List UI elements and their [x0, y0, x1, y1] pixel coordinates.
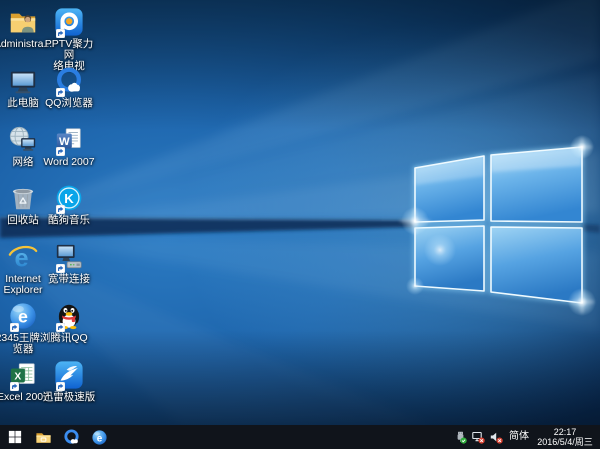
desktop-icon-tencent-qq[interactable]: 腾讯QQ	[41, 301, 97, 344]
start-icon	[8, 430, 22, 444]
system-tray: 简体 22:17 2016/5/4/周三	[454, 425, 600, 449]
shortcut-arrow-badge	[56, 147, 65, 156]
network-disconnected-icon[interactable]	[472, 431, 485, 444]
desktop-icon-pptv[interactable]: PPTV聚力 网 络电视	[41, 7, 97, 72]
start-button[interactable]	[1, 425, 29, 449]
2345-browser-icon: e	[91, 429, 108, 446]
desktop: Administra... PPTV聚力 网 络电视	[0, 0, 600, 425]
desktop-icon-label: 回收站	[7, 215, 39, 226]
thunder-icon	[53, 360, 85, 390]
taskbar-clock[interactable]: 22:17 2016/5/4/周三	[535, 427, 595, 448]
shortcut-arrow-badge	[10, 323, 19, 332]
desktop-icon-label: Word 2007	[43, 157, 94, 168]
administrator-folder-icon	[7, 7, 39, 37]
2345-browser-taskbar-button[interactable]: e	[85, 425, 113, 449]
svg-text:K: K	[64, 191, 74, 206]
kugou-music-icon: K	[53, 183, 85, 213]
network-icon	[7, 125, 39, 155]
desktop-icon-label: 腾讯QQ	[50, 333, 87, 344]
clock-date: 2016/5/4/周三	[535, 437, 595, 448]
input-method-indicator[interactable]: 简体	[508, 425, 530, 449]
qq-browser-taskbar-button[interactable]	[57, 425, 85, 449]
desktop-icon-thunder[interactable]: 迅雷极速版	[41, 360, 97, 403]
desktop-icon-label: 宽带连接	[48, 274, 90, 285]
desktop-icon-label: 此电脑	[7, 98, 39, 109]
desktop-icon-label: 迅雷极速版	[43, 392, 96, 403]
broadband-connection-icon	[53, 242, 85, 272]
shortcut-arrow-badge	[56, 88, 65, 97]
desktop-icon-word-2007[interactable]: W Word 2007	[41, 125, 97, 168]
qq-browser-icon	[63, 429, 80, 446]
desktop-icon-label: Internet Explorer	[3, 274, 42, 296]
shortcut-arrow-badge	[56, 29, 65, 38]
desktop-icon-label: 网络	[13, 157, 34, 168]
taskbar: e 简体 22:17 2016/5/4/周三	[0, 425, 600, 449]
this-pc-icon	[7, 66, 39, 96]
desktop-icon-qq-browser[interactable]: QQ浏览器	[41, 66, 97, 109]
safely-remove-hardware-icon[interactable]	[454, 431, 467, 444]
excel-2007-icon: X	[7, 360, 39, 390]
volume-muted-icon[interactable]	[490, 431, 503, 444]
clock-time: 22:17	[535, 427, 595, 438]
svg-text:e: e	[18, 307, 28, 327]
file-explorer-icon	[35, 429, 52, 446]
word-2007-icon: W	[53, 125, 85, 155]
shortcut-arrow-badge	[56, 205, 65, 214]
qq-browser-icon	[53, 66, 85, 96]
desktop-icon-label: QQ浏览器	[45, 98, 93, 109]
svg-text:X: X	[14, 372, 21, 383]
svg-text:e: e	[96, 433, 102, 444]
shortcut-arrow-badge	[56, 323, 65, 332]
desktop-icon-broadband-connection[interactable]: 宽带连接	[41, 242, 97, 285]
shortcut-arrow-badge	[56, 382, 65, 391]
internet-explorer-icon: e	[7, 242, 39, 272]
desktop-icon-kugou-music[interactable]: K 酷狗音乐	[41, 183, 97, 226]
shortcut-arrow-badge	[56, 264, 65, 273]
2345-browser-icon: e	[7, 301, 39, 331]
file-explorer-button[interactable]	[29, 425, 57, 449]
tencent-qq-icon	[53, 301, 85, 331]
pptv-icon	[53, 7, 85, 37]
recycle-bin-icon	[7, 183, 39, 213]
shortcut-arrow-badge	[10, 382, 19, 391]
desktop-icon-label: 酷狗音乐	[48, 215, 90, 226]
